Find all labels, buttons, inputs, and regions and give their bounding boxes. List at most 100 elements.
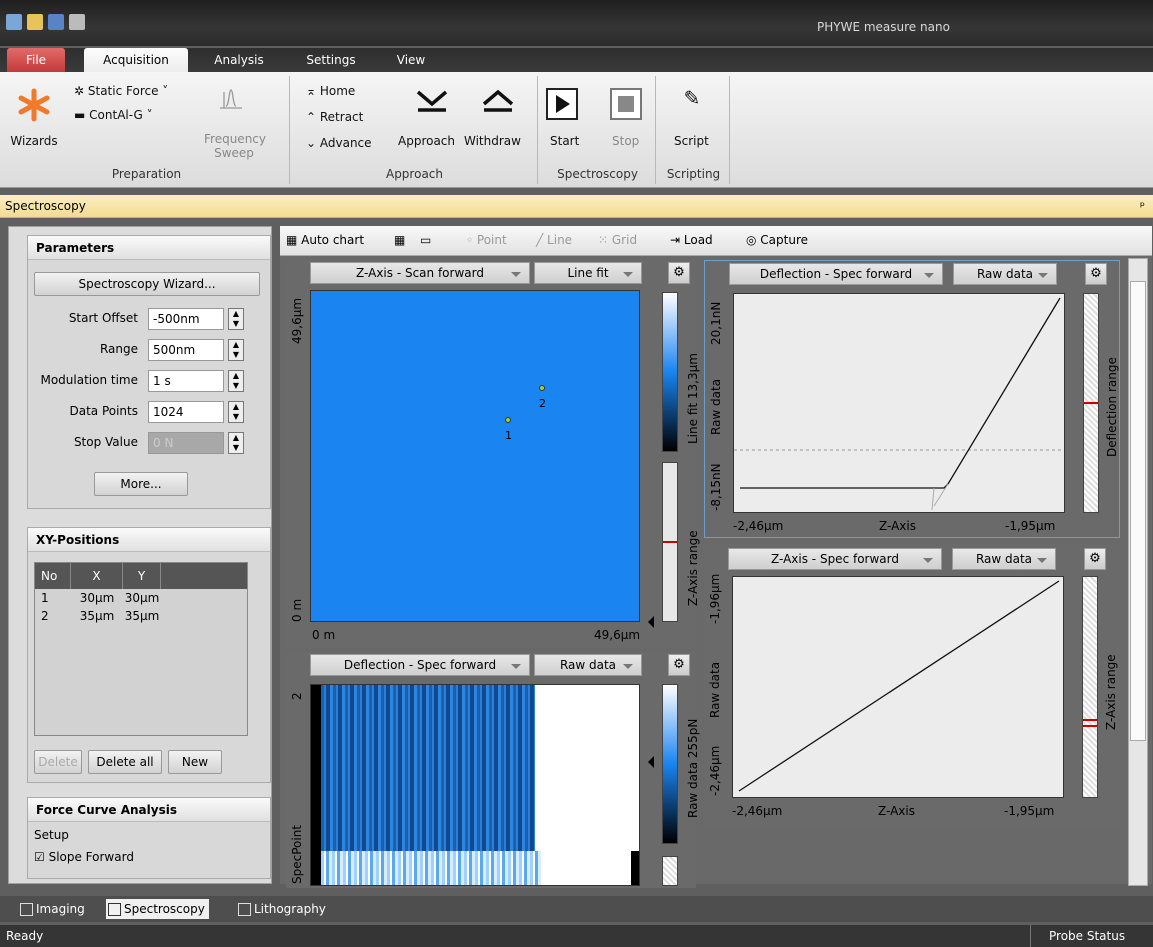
data-points-label: Data Points <box>69 404 138 418</box>
column-y[interactable]: Y <box>123 563 161 589</box>
wizards-icon[interactable] <box>16 88 52 122</box>
tab-file[interactable]: File <box>7 48 65 72</box>
start-offset-stepper[interactable]: ▲ ▼ <box>228 308 244 330</box>
status-bar: Ready Probe Status <box>0 925 1153 947</box>
retract-button[interactable]: ⌃ Retract <box>306 110 363 124</box>
zaxis-filter-select[interactable]: Raw data <box>952 548 1056 570</box>
grid-label: Grid <box>611 233 638 247</box>
zaxis-signal-select[interactable]: Z-Axis - Spec forward <box>728 548 942 570</box>
image-filter-select[interactable]: Line fit <box>534 262 642 284</box>
point-button: ◦ Point <box>466 233 507 247</box>
image-colorbar[interactable] <box>662 292 678 452</box>
range-input[interactable]: 500nm <box>148 339 224 361</box>
load-button[interactable]: ⇥ Load <box>670 233 713 247</box>
script-button[interactable]: Script <box>674 134 709 148</box>
column-no[interactable]: No <box>35 563 71 589</box>
home-button[interactable]: ⌅ Home <box>306 84 355 98</box>
xy-positions-header[interactable]: XY-Positions <box>28 528 270 552</box>
zaxis-settings-gear-icon[interactable]: ⚙ <box>1084 548 1106 570</box>
tab-imaging[interactable]: Imaging <box>18 899 85 919</box>
xy-positions-table: No X Y 1 30µm 30µm 2 35µm 35µm <box>34 562 248 736</box>
spec-point-marker[interactable] <box>539 385 545 391</box>
specmap-colorbar[interactable] <box>662 684 678 844</box>
modulation-time-stepper[interactable]: ▲ ▼ <box>228 370 244 392</box>
spec-point-marker[interactable] <box>505 417 511 423</box>
tab-settings[interactable]: Settings <box>296 48 366 72</box>
slope-forward-checkbox[interactable]: ☑ Slope Forward <box>34 850 134 864</box>
data-points-stepper[interactable]: ▲ ▼ <box>228 401 244 423</box>
grid-button: ⁙ Grid <box>598 233 638 247</box>
zaxis-plot-canvas[interactable] <box>732 576 1064 798</box>
image-signal-select[interactable]: Z-Axis - Scan forward <box>310 262 530 284</box>
start-icon[interactable] <box>546 88 578 120</box>
deflection-settings-gear-icon[interactable]: ⚙ <box>1085 263 1107 285</box>
open-folder-icon[interactable] <box>27 14 43 30</box>
print-icon[interactable] <box>69 14 85 30</box>
table-row[interactable]: 1 30µm 30µm <box>35 589 247 607</box>
bottom-tabs: Imaging Spectroscopy Lithography <box>0 896 1153 922</box>
chart-toolbar: ▦ Auto chart ▦ ▭ ◦ Point ╱ Line ⁙ Grid ⇥… <box>280 226 1152 256</box>
data-points-input[interactable]: 1024 <box>148 401 224 423</box>
probe-status[interactable]: Probe Status <box>1030 925 1148 947</box>
new-button[interactable]: New <box>168 750 222 774</box>
specmap-filter-select[interactable]: Raw data <box>534 654 642 676</box>
tab-analysis[interactable]: Analysis <box>208 48 270 72</box>
contal-button[interactable]: ▬ ContAl-G ˅ <box>74 108 153 122</box>
tab-lithography[interactable]: Lithography <box>236 899 326 919</box>
specmap-range-slider[interactable] <box>662 856 678 886</box>
remove-chart-icon[interactable]: ▭ <box>420 233 431 247</box>
force-curve-header[interactable]: Force Curve Analysis <box>28 798 270 822</box>
left-panel: Parameters Spectroscopy Wizard... Start … <box>8 226 272 884</box>
specmap-colorbar-label: Raw data 255pN <box>686 718 700 818</box>
zaxis-range-slider[interactable] <box>1082 576 1098 798</box>
start-offset-input[interactable]: -500nm <box>148 308 224 330</box>
tab-acquisition[interactable]: Acquisition <box>84 48 188 72</box>
zaxis-x-left-label: -2,46µm <box>732 804 783 818</box>
start-button[interactable]: Start <box>550 134 579 148</box>
specmap-signal-select[interactable]: Deflection - Spec forward <box>310 654 530 676</box>
wizards-button[interactable]: Wizards <box>10 134 58 148</box>
column-x[interactable]: X <box>71 563 123 589</box>
tab-spectroscopy[interactable]: Spectroscopy <box>106 899 209 919</box>
cell-y: 35µm <box>124 609 160 623</box>
deflection-range-slider[interactable] <box>1083 293 1099 513</box>
image-canvas[interactable]: 1 2 <box>310 290 640 622</box>
range-marker <box>1084 402 1098 404</box>
stop-icon <box>610 88 642 120</box>
modulation-time-input[interactable]: 1 s <box>148 370 224 392</box>
add-chart-icon[interactable]: ▦ <box>394 233 405 247</box>
ribbon-tabs: File Acquisition Analysis Settings View <box>0 48 1153 72</box>
deflection-filter-select[interactable]: Raw data <box>953 263 1057 285</box>
range-stepper[interactable]: ▲ ▼ <box>228 339 244 361</box>
save-icon[interactable] <box>48 14 64 30</box>
spec-map-canvas[interactable] <box>310 684 640 886</box>
withdraw-button[interactable]: Withdraw <box>464 134 521 148</box>
tab-view[interactable]: View <box>386 48 436 72</box>
spec-map-edge-strip <box>311 685 321 885</box>
delete-all-button[interactable]: Delete all <box>88 750 162 774</box>
ribbon: Wizards ✲ Static Force ˅ ▬ ContAl-G ˅ Fr… <box>0 72 1153 188</box>
parameters-header[interactable]: Parameters <box>28 236 270 260</box>
capture-button[interactable]: ◎ Capture <box>746 233 808 247</box>
image-settings-gear-icon[interactable]: ⚙ <box>668 262 690 284</box>
specmap-settings-gear-icon[interactable]: ⚙ <box>668 654 690 676</box>
table-row[interactable]: 2 35µm 35µm <box>35 607 247 625</box>
more-button[interactable]: More... <box>94 472 188 496</box>
app-icon[interactable] <box>6 14 22 30</box>
image-chart: Z-Axis - Scan forward Line fit ⚙ 1 2 49,… <box>286 260 700 648</box>
spectroscopy-wizard-button[interactable]: Spectroscopy Wizard... <box>34 272 260 296</box>
auto-chart-button[interactable]: ▦ Auto chart <box>286 233 364 247</box>
deflection-x-mid-label: Z-Axis <box>879 519 916 533</box>
deflection-signal-select[interactable]: Deflection - Spec forward <box>729 263 943 285</box>
pin-icon[interactable]: ᵖ <box>1140 195 1145 217</box>
z-axis-range-slider[interactable] <box>662 462 678 622</box>
cell-no: 1 <box>41 591 49 605</box>
static-force-button[interactable]: ✲ Static Force ˅ <box>74 84 168 98</box>
approach-button[interactable]: Approach <box>398 134 455 148</box>
advance-button[interactable]: ⌄ Advance <box>306 136 372 150</box>
withdraw-icon <box>478 86 518 114</box>
spec-map-edge-strip <box>631 851 639 885</box>
deflection-plot-canvas[interactable] <box>733 293 1065 513</box>
vertical-scrollbar[interactable] <box>1128 258 1148 886</box>
scrollbar-thumb[interactable] <box>1130 281 1146 741</box>
